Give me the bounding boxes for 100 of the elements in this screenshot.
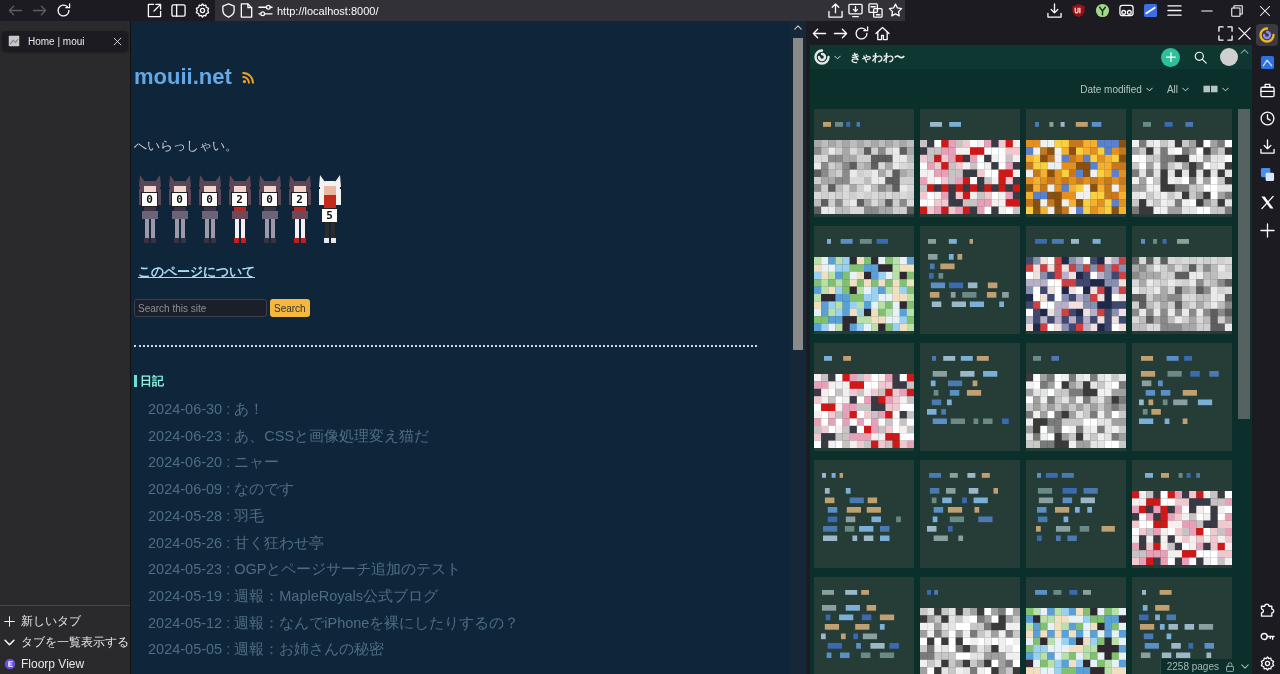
- search-icon[interactable]: [1194, 50, 1207, 64]
- pixelated-text-drawing: [1142, 590, 1172, 595]
- site-title-link[interactable]: mouii.net: [134, 66, 232, 88]
- close-icon[interactable]: [1237, 25, 1252, 41]
- scrollbar-thumb[interactable]: [793, 38, 803, 350]
- section-heading: 日記: [134, 375, 164, 387]
- new-tab-button[interactable]: 新しいタブ: [0, 611, 130, 632]
- history-icon[interactable]: [1259, 111, 1275, 126]
- pixelated-text-drawing: [1143, 122, 1194, 127]
- extension-icon[interactable]: [1095, 3, 1110, 18]
- pixelated-text-drawing: [826, 239, 889, 244]
- pixelated-text-drawing: [931, 356, 989, 361]
- rss-icon[interactable]: [241, 70, 255, 84]
- page-card[interactable]: [1026, 343, 1126, 451]
- scrollbar-thumb[interactable]: [1238, 109, 1250, 419]
- counter-digit: 0: [141, 192, 158, 207]
- page-card[interactable]: [1132, 109, 1232, 217]
- add-button[interactable]: [1161, 47, 1180, 67]
- settings-icon[interactable]: [195, 3, 210, 18]
- download-icon[interactable]: [1047, 3, 1062, 18]
- swirl-logo-icon[interactable]: [814, 49, 830, 65]
- counter-digit: 0: [261, 192, 278, 207]
- page-card[interactable]: [1026, 109, 1126, 217]
- pixelated-text-drawing: [822, 122, 861, 127]
- page-card[interactable]: [920, 109, 1020, 217]
- scroll-up-icon[interactable]: [1240, 49, 1249, 54]
- page-card[interactable]: [814, 226, 914, 334]
- x-icon[interactable]: [1259, 195, 1275, 210]
- translate-icon[interactable]: [1259, 167, 1275, 182]
- goggles-icon[interactable]: [1119, 3, 1134, 18]
- pixelated-text-drawing: [1144, 473, 1200, 478]
- permissions-icon[interactable]: [258, 3, 273, 18]
- pixelated-text-drawing: [1140, 239, 1189, 244]
- counter-digit: 0: [201, 192, 218, 207]
- puzzle-icon[interactable]: [1259, 602, 1275, 617]
- search-field[interactable]: Search this site: [134, 299, 267, 317]
- pixelated-text-drawing: [927, 239, 974, 244]
- pixelated-text-drawing: [821, 590, 869, 595]
- browser-tab[interactable]: Home | moui: [2, 31, 128, 51]
- view-mode-dropdown[interactable]: [1203, 85, 1229, 93]
- pixelated-text-drawing: [1035, 122, 1102, 127]
- toolbox-icon[interactable]: [1259, 83, 1275, 98]
- export-icon[interactable]: [147, 3, 162, 18]
- address-bar[interactable]: http://localhost:8000/: [215, 0, 905, 21]
- restore-icon[interactable]: [1231, 4, 1243, 17]
- upload-icon[interactable]: [828, 3, 843, 18]
- settings-icon[interactable]: [1259, 656, 1275, 671]
- pixelated-text-drawing: [1140, 356, 1192, 361]
- swirl-logo-icon[interactable]: [1256, 24, 1278, 46]
- page-card[interactable]: [1132, 460, 1232, 568]
- page-card[interactable]: [1026, 226, 1126, 334]
- monitor-download-icon[interactable]: [848, 3, 863, 18]
- chevron-down-icon: [4, 639, 15, 646]
- download-icon[interactable]: [1259, 139, 1275, 154]
- page-icon[interactable]: [239, 3, 254, 18]
- page-card[interactable]: [814, 109, 914, 217]
- search-button[interactable]: Search: [270, 299, 310, 317]
- plus-icon: [4, 616, 15, 627]
- sidebar-icon[interactable]: [171, 3, 186, 18]
- translate-icon[interactable]: [868, 3, 883, 18]
- page-card[interactable]: [1026, 577, 1126, 674]
- home-icon[interactable]: [875, 25, 890, 41]
- sort-dropdown[interactable]: Date modified: [1080, 83, 1153, 95]
- pixelated-text-drawing: [1033, 356, 1060, 361]
- pixelated-text-drawing: [1035, 239, 1101, 244]
- pixelated-text-drawing: [1034, 590, 1091, 595]
- page-card[interactable]: [1132, 577, 1232, 674]
- view-mode-icon: [1203, 85, 1218, 93]
- expand-icon[interactable]: [1218, 25, 1233, 41]
- chevron-down-icon: [1145, 86, 1153, 92]
- filter-dropdown[interactable]: All: [1166, 83, 1189, 95]
- page-card[interactable]: [1132, 226, 1232, 334]
- page-card[interactable]: [814, 343, 914, 451]
- extension-icon[interactable]: [1143, 3, 1158, 18]
- page-card[interactable]: [920, 577, 1020, 674]
- star-icon[interactable]: [888, 3, 903, 18]
- view-button[interactable]: Floorp View: [0, 653, 130, 674]
- close-icon[interactable]: [1259, 4, 1271, 17]
- reload-icon[interactable]: [56, 3, 71, 18]
- greeting-text: へいらっしゃい。: [134, 138, 238, 154]
- shield-extension-icon[interactable]: [1071, 3, 1086, 18]
- minimize-icon[interactable]: [1201, 9, 1213, 12]
- chevron-down-icon[interactable]: [1241, 664, 1249, 669]
- menu-icon[interactable]: [1167, 3, 1182, 18]
- pixelated-text-drawing: [929, 473, 991, 478]
- close-icon[interactable]: [113, 36, 122, 46]
- shield-icon[interactable]: [221, 3, 236, 18]
- collection-title: きゃわわ〜: [850, 49, 905, 65]
- chevron-down-icon[interactable]: [834, 54, 841, 60]
- pixelated-text-drawing: [824, 356, 852, 361]
- scroll-up-icon[interactable]: [794, 25, 802, 30]
- plus-icon[interactable]: [1259, 223, 1275, 238]
- about-page-link[interactable]: このページについて: [138, 264, 255, 279]
- counter-digit: 2: [231, 192, 248, 207]
- reload-icon[interactable]: [854, 25, 869, 41]
- avatar-icon[interactable]: [1220, 48, 1238, 66]
- lock-icon[interactable]: [1225, 661, 1235, 672]
- tab-list-button[interactable]: タブを一覧表示する: [0, 632, 130, 653]
- pixelated-text-drawing: [927, 487, 999, 541]
- panel-icon[interactable]: [1259, 55, 1275, 70]
